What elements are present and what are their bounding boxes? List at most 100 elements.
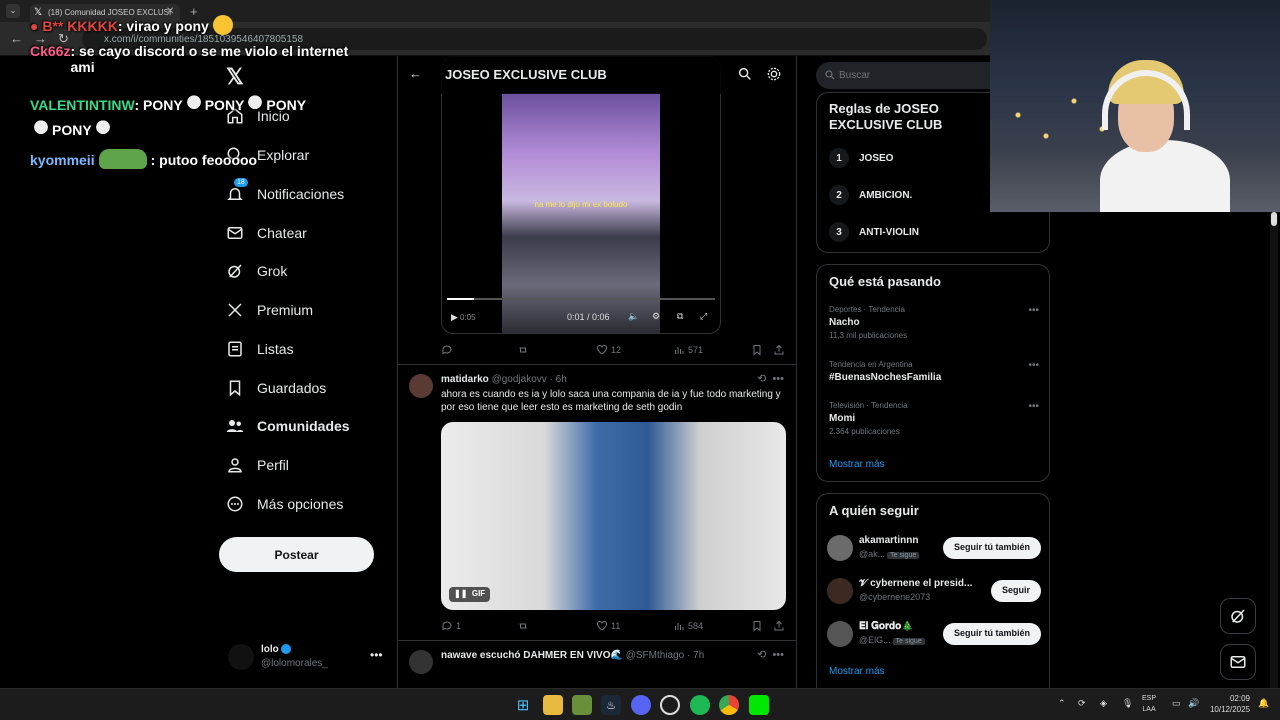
- nav-notificaciones[interactable]: 18 Notificaciones: [226, 178, 344, 209]
- follows-you-badge: Te sigue: [892, 638, 925, 645]
- nav-listas[interactable]: Listas: [226, 334, 294, 364]
- account-handle: @lolomorales_: [261, 658, 328, 669]
- tweet-time[interactable]: · 7h: [687, 650, 704, 661]
- video-progress-bar[interactable]: [447, 298, 715, 300]
- sync-icon[interactable]: ⟳: [1078, 698, 1086, 709]
- tweet-handle[interactable]: @SFMthiago: [626, 650, 685, 661]
- chat-user: Ck66z: [30, 43, 71, 59]
- grok-explain-icon[interactable]: ⟲: [757, 373, 766, 385]
- discord-icon[interactable]: [631, 695, 651, 715]
- post-button[interactable]: Postear: [219, 537, 374, 572]
- scrollbar[interactable]: [1270, 212, 1278, 688]
- nav-perfil[interactable]: Perfil: [226, 450, 289, 480]
- tweet-time[interactable]: · 6h: [550, 374, 567, 385]
- rule-number: 3: [829, 222, 849, 242]
- scrollbar-thumb[interactable]: [1271, 212, 1277, 226]
- like-button[interactable]: 12: [596, 344, 621, 356]
- fullscreen-icon[interactable]: ⤢: [700, 311, 707, 322]
- volume-icon[interactable]: 🔊: [1188, 698, 1199, 709]
- spotify-icon[interactable]: [690, 695, 710, 715]
- tweet-handle[interactable]: @godjakovv: [492, 374, 547, 385]
- avatar[interactable]: [409, 650, 433, 674]
- messages-fab[interactable]: [1220, 644, 1256, 680]
- windows-start-icon[interactable]: ⊞: [513, 695, 533, 715]
- timeline: ← JOSEO EXCLUSIVE CLUB na me lo dijo mi …: [397, 56, 797, 688]
- reply-button[interactable]: 1: [441, 620, 461, 632]
- rule-item[interactable]: 3 ANTI-VIOLIN: [829, 222, 919, 242]
- tweet-author[interactable]: matidarko: [441, 374, 489, 385]
- follow-button[interactable]: Seguir tú también: [942, 537, 1041, 559]
- retweet-button[interactable]: [517, 344, 532, 356]
- chrome-icon[interactable]: [719, 695, 739, 715]
- tweet-author[interactable]: nawave escuchó DAHMER EN VIVO: [441, 650, 611, 661]
- follow-show-more-link[interactable]: Mostrar más: [829, 666, 885, 677]
- nav-guardados[interactable]: Guardados: [226, 373, 326, 403]
- share-button[interactable]: [773, 344, 788, 356]
- more-dots-icon[interactable]: •••: [1028, 360, 1039, 371]
- network-icon[interactable]: ▭: [1172, 698, 1181, 709]
- defender-icon[interactable]: ◈: [1100, 698, 1107, 709]
- microphone-icon[interactable]: 🎙: [1122, 698, 1133, 709]
- trend-item[interactable]: Tendencia en Argentina #BuenasNochesFami…: [829, 360, 1039, 383]
- show-more-link[interactable]: Mostrar más: [829, 459, 885, 470]
- settings-icon[interactable]: ⚙: [652, 311, 660, 322]
- gif-badge[interactable]: ❚❚ GIF: [449, 587, 491, 602]
- follow-handle-row: @cybernene2073: [859, 592, 930, 602]
- pip-icon[interactable]: ⧉: [677, 311, 683, 322]
- follow-suggestion[interactable]: 𝐄𝐥 𝐆𝐨𝐫𝐝𝐨🎄 @ElG... Te sigue Seguir tú tamb…: [827, 619, 1041, 649]
- follow-button[interactable]: Seguir: [990, 580, 1041, 602]
- nav-mas-opciones[interactable]: Más opciones: [226, 489, 343, 519]
- rule-item[interactable]: 2 AMBICION.: [829, 185, 912, 205]
- wave-icon: 🌊: [610, 650, 623, 661]
- more-dots-icon[interactable]: •••: [1028, 305, 1039, 316]
- retweet-button[interactable]: [517, 620, 532, 632]
- back-arrow-icon[interactable]: ←: [409, 66, 422, 81]
- grok-fab[interactable]: [1220, 598, 1256, 634]
- tray-chevron-icon[interactable]: ⌃: [1058, 698, 1066, 709]
- gear-icon[interactable]: [766, 66, 782, 82]
- video-player[interactable]: na me lo dijo mi ex boludo ▶ 0:05 0:01 /…: [441, 56, 721, 334]
- language-indicator[interactable]: ESP LAA: [1142, 693, 1156, 715]
- account-name: lolo: [261, 644, 279, 655]
- tweet-header: matidarko @godjakovv · 6h: [441, 374, 567, 385]
- follow-suggestion[interactable]: akamartinnn @ak... Te sigue Seguir tú tam…: [827, 533, 1041, 563]
- tweet-tools: ⟲ •••: [757, 372, 784, 385]
- clock[interactable]: 02:09 10/12/2025: [1200, 693, 1250, 715]
- avatar[interactable]: [409, 374, 433, 398]
- tweet-tools: ⟲ •••: [757, 648, 784, 661]
- nav-premium[interactable]: Premium: [226, 295, 313, 325]
- trend-item[interactable]: Televisión · Tendencia Momi 2.364 public…: [829, 401, 1039, 436]
- notification-bell-icon[interactable]: 🔔: [1258, 698, 1269, 709]
- bookmark-button[interactable]: [751, 344, 766, 356]
- obs-icon[interactable]: [660, 695, 680, 715]
- nav-comunidades[interactable]: Comunidades: [226, 411, 350, 441]
- notepad-icon[interactable]: [572, 695, 592, 715]
- steam-icon[interactable]: ♨: [601, 695, 621, 715]
- file-explorer-icon[interactable]: [543, 695, 563, 715]
- more-dots-icon[interactable]: •••: [772, 373, 784, 385]
- play-icon[interactable]: ▶: [451, 312, 458, 323]
- nav-chatear[interactable]: Chatear: [226, 218, 307, 248]
- rule-item[interactable]: 1 JOSEO: [829, 148, 893, 168]
- more-dots-icon[interactable]: •••: [772, 649, 784, 661]
- views-button[interactable]: 571: [673, 344, 703, 356]
- grok-icon: [1231, 609, 1245, 623]
- more-dots-icon[interactable]: •••: [370, 648, 383, 662]
- reply-button[interactable]: [441, 344, 456, 356]
- bookmark-button[interactable]: [751, 620, 766, 632]
- mute-icon[interactable]: 🔈: [628, 311, 639, 322]
- share-button[interactable]: [773, 620, 788, 632]
- like-button[interactable]: 11: [596, 620, 620, 632]
- nav-grok[interactable]: Grok: [226, 256, 287, 286]
- follow-button[interactable]: Seguir tú también: [942, 623, 1041, 645]
- trend-item[interactable]: Deportes · Tendencia Nacho 11,3 mil publ…: [829, 305, 1039, 340]
- account-switcher[interactable]: lolo @lolomorales_ •••: [228, 642, 388, 676]
- kick-icon[interactable]: [749, 695, 769, 715]
- follow-suggestion[interactable]: 𝓥 cybernene el presid... @cybernene2073 …: [827, 576, 1041, 606]
- grok-explain-icon[interactable]: ⟲: [757, 649, 766, 661]
- views-button[interactable]: 584: [673, 620, 703, 632]
- chat-text: PONY: [52, 122, 92, 138]
- search-icon[interactable]: [737, 66, 753, 82]
- tweet-gif[interactable]: ❚❚ GIF: [441, 422, 786, 610]
- more-dots-icon[interactable]: •••: [1028, 401, 1039, 412]
